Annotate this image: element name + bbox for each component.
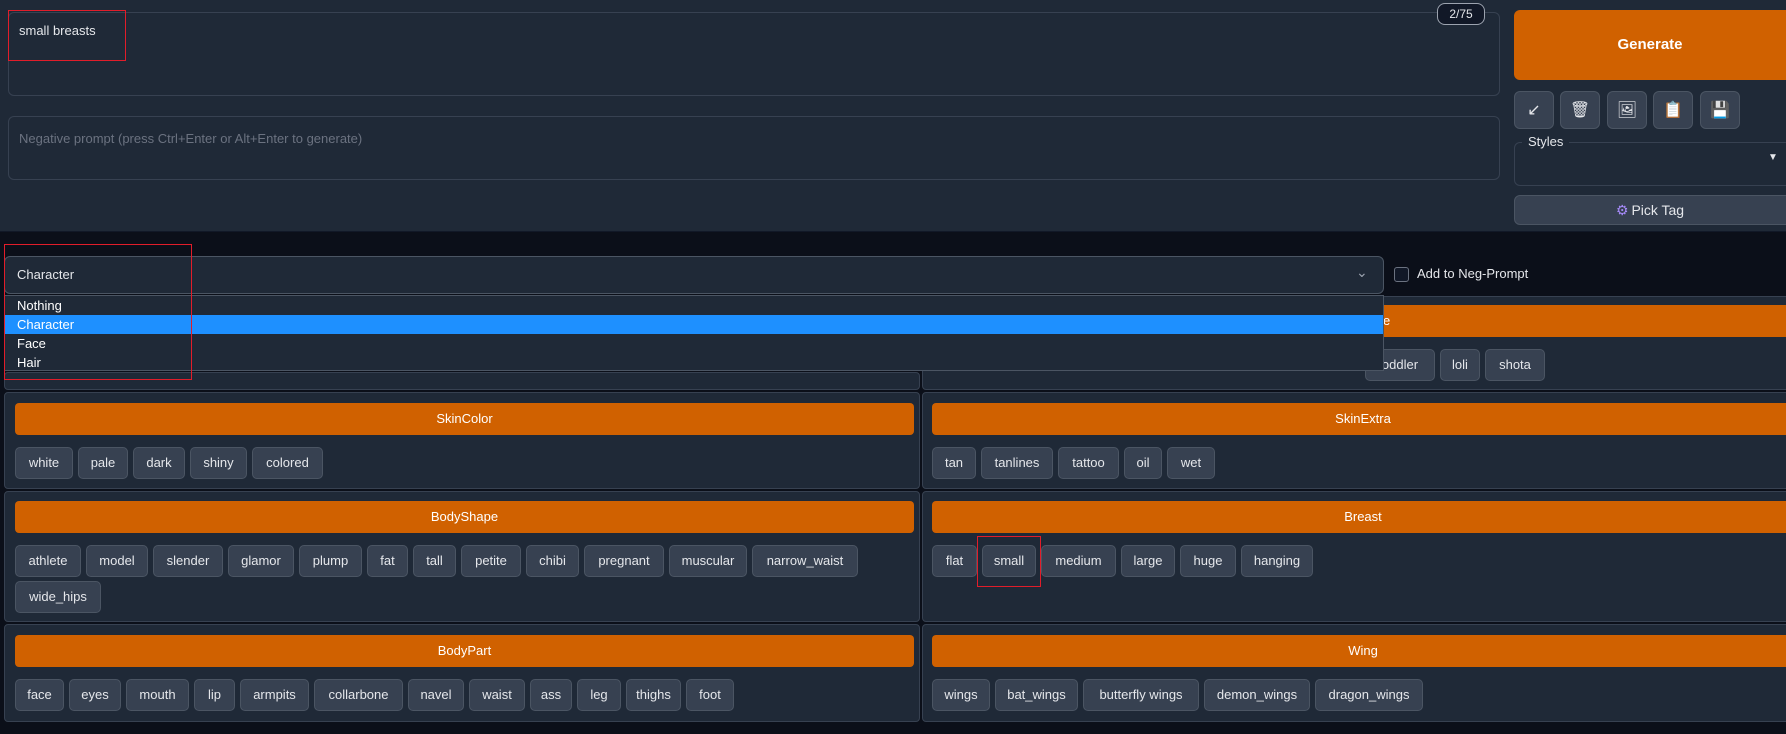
section-header-skincolor: SkinColor bbox=[15, 403, 914, 435]
section-header-bodyshape: BodyShape bbox=[15, 501, 914, 533]
tag-slender[interactable]: slender bbox=[153, 545, 223, 577]
prompt-textarea[interactable]: small breasts bbox=[8, 12, 1500, 96]
tag-thighs[interactable]: thighs bbox=[626, 679, 681, 711]
tag-chibi[interactable]: chibi bbox=[526, 545, 579, 577]
tag-hanging[interactable]: hanging bbox=[1241, 545, 1313, 577]
tag-petite[interactable]: petite bbox=[461, 545, 521, 577]
tag-oil[interactable]: oil bbox=[1124, 447, 1162, 479]
category-dropdown-list: Nothing Character Face Hair bbox=[4, 295, 1384, 371]
tag-demon-wings[interactable]: demon_wings bbox=[1204, 679, 1310, 711]
tag-dragon-wings[interactable]: dragon_wings bbox=[1315, 679, 1423, 711]
section-header-wing: Wing bbox=[932, 635, 1786, 667]
pick-tag-label: Pick Tag bbox=[1631, 202, 1685, 218]
generate-button[interactable]: Generate bbox=[1514, 10, 1786, 80]
tag-shiny[interactable]: shiny bbox=[190, 447, 247, 479]
tag-shota[interactable]: shota bbox=[1485, 349, 1545, 381]
category-select-value: Character bbox=[17, 267, 75, 282]
add-to-neg-checkbox[interactable] bbox=[1394, 267, 1409, 282]
tag-waist[interactable]: waist bbox=[469, 679, 525, 711]
tag-small[interactable]: small bbox=[982, 545, 1036, 577]
tag-medium[interactable]: medium bbox=[1041, 545, 1116, 577]
dropdown-option-character[interactable]: Character bbox=[5, 315, 1383, 334]
tag-dark[interactable]: dark bbox=[133, 447, 185, 479]
tag-athlete[interactable]: athlete bbox=[15, 545, 81, 577]
arrow-icon: ↙ bbox=[1527, 102, 1541, 119]
clipboard-icon: 📋 bbox=[1663, 102, 1683, 119]
tag-muscular[interactable]: muscular bbox=[669, 545, 747, 577]
tag-plump[interactable]: plump bbox=[299, 545, 362, 577]
tag-bat-wings[interactable]: bat_wings bbox=[995, 679, 1078, 711]
tag-foot[interactable]: foot bbox=[686, 679, 734, 711]
tag-butterfly-wings[interactable]: butterfly wings bbox=[1083, 679, 1199, 711]
tag-leg[interactable]: leg bbox=[577, 679, 621, 711]
section-panel-partial-left bbox=[4, 372, 920, 390]
dropdown-option-face[interactable]: Face bbox=[5, 334, 1383, 353]
trash-icon: 🗑 bbox=[1569, 102, 1591, 119]
dropdown-option-nothing[interactable]: Nothing bbox=[5, 296, 1383, 315]
styles-label: Styles bbox=[1522, 134, 1570, 149]
tag-large[interactable]: large bbox=[1121, 545, 1175, 577]
pick-tag-button[interactable]: ⚙ Pick Tag bbox=[1514, 195, 1786, 225]
tag-collarbone[interactable]: collarbone bbox=[314, 679, 403, 711]
tag-flat[interactable]: flat bbox=[932, 545, 977, 577]
tag-loli[interactable]: loli bbox=[1440, 349, 1480, 381]
apply-style-button[interactable]: 📋 bbox=[1653, 91, 1693, 129]
extra-networks-button[interactable]: 🖼 bbox=[1607, 91, 1647, 129]
negative-prompt-textarea[interactable]: Negative prompt (press Ctrl+Enter or Alt… bbox=[8, 116, 1500, 180]
tag-wet[interactable]: wet bbox=[1167, 447, 1215, 479]
clear-prompt-button[interactable]: 🗑 bbox=[1560, 91, 1600, 129]
tag-tan[interactable]: tan bbox=[932, 447, 976, 479]
tag-tattoo[interactable]: tattoo bbox=[1058, 447, 1119, 479]
save-style-button[interactable]: 💾 bbox=[1700, 91, 1740, 129]
tag-armpits[interactable]: armpits bbox=[240, 679, 309, 711]
chevron-down-icon: ⌄ bbox=[1356, 264, 1368, 280]
section-header-skinextra: SkinExtra bbox=[932, 403, 1786, 435]
tag-wide-hips[interactable]: wide_hips bbox=[15, 581, 101, 613]
tag-eyes[interactable]: eyes bbox=[69, 679, 121, 711]
tag-lip[interactable]: lip bbox=[194, 679, 235, 711]
section-header-bodypart: BodyPart bbox=[15, 635, 914, 667]
dropdown-option-hair[interactable]: Hair bbox=[5, 353, 1383, 372]
section-header-breast: Breast bbox=[932, 501, 1786, 533]
tag-wings[interactable]: wings bbox=[932, 679, 990, 711]
save-icon: 💾 bbox=[1710, 102, 1730, 119]
tag-narrow-waist[interactable]: narrow_waist bbox=[752, 545, 858, 577]
category-select[interactable]: Character bbox=[4, 256, 1384, 294]
image-icon: 🖼 bbox=[1616, 102, 1638, 119]
tag-model[interactable]: model bbox=[86, 545, 148, 577]
gear-icon: ⚙ bbox=[1615, 202, 1629, 218]
tag-pregnant[interactable]: pregnant bbox=[584, 545, 664, 577]
tag-colored[interactable]: colored bbox=[252, 447, 323, 479]
tag-navel[interactable]: navel bbox=[408, 679, 464, 711]
token-counter: 2/75 bbox=[1437, 3, 1485, 25]
tag-tall[interactable]: tall bbox=[413, 545, 456, 577]
tag-face[interactable]: face bbox=[15, 679, 64, 711]
add-to-neg-label: Add to Neg-Prompt bbox=[1417, 266, 1529, 281]
tag-white[interactable]: white bbox=[15, 447, 73, 479]
tag-pale[interactable]: pale bbox=[78, 447, 128, 479]
prompt-text: small breasts bbox=[19, 23, 96, 38]
tag-fat[interactable]: fat bbox=[367, 545, 408, 577]
tag-glamor[interactable]: glamor bbox=[228, 545, 294, 577]
tag-tanlines[interactable]: tanlines bbox=[981, 447, 1053, 479]
tag-mouth[interactable]: mouth bbox=[126, 679, 189, 711]
read-params-button[interactable]: ↙ bbox=[1514, 91, 1554, 129]
tag-ass[interactable]: ass bbox=[530, 679, 572, 711]
negative-prompt-placeholder: Negative prompt (press Ctrl+Enter or Alt… bbox=[19, 131, 363, 146]
tag-huge[interactable]: huge bbox=[1180, 545, 1236, 577]
caret-down-icon: ▼ bbox=[1768, 152, 1778, 163]
